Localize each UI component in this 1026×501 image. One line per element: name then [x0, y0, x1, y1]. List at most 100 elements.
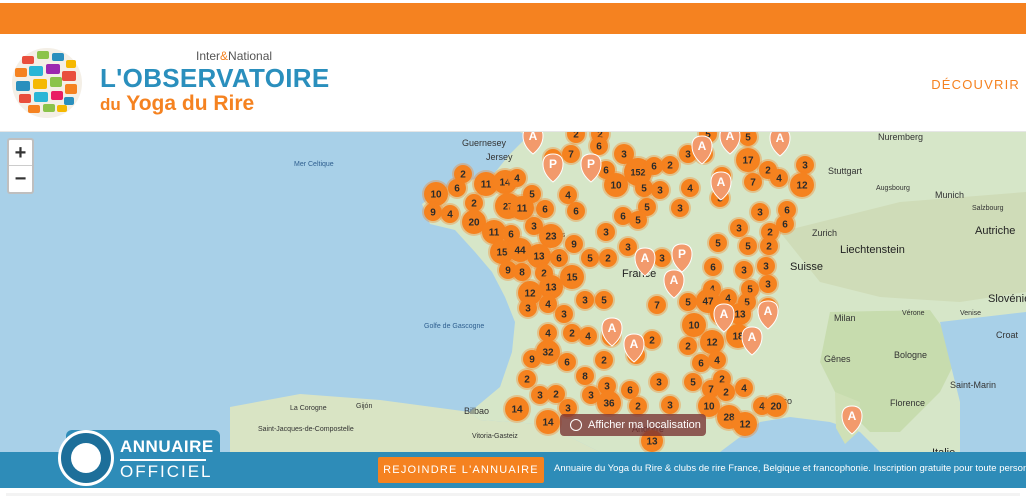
- map-cluster-marker[interactable]: 6: [702, 256, 724, 278]
- map-cluster-marker[interactable]: 7: [646, 294, 668, 316]
- logo-speech-bubbles-icon[interactable]: [10, 46, 84, 120]
- map-cluster-marker[interactable]: 9: [521, 348, 543, 370]
- zoom-in-button[interactable]: +: [9, 140, 32, 166]
- cluster-count: 15: [566, 273, 578, 284]
- cluster-count: 14: [542, 418, 554, 429]
- cluster-count: 6: [556, 254, 562, 265]
- map-cluster-marker[interactable]: 6: [446, 177, 468, 199]
- pin-letter: P: [587, 157, 595, 171]
- map-cluster-marker[interactable]: 5: [737, 235, 759, 257]
- pin-letter: A: [641, 251, 650, 265]
- cluster-count: 4: [741, 384, 747, 395]
- map-cluster-marker[interactable]: 6: [556, 351, 578, 373]
- map-cluster-marker[interactable]: 4: [733, 377, 755, 399]
- place-label: Jersey: [486, 152, 513, 162]
- map-cluster-marker[interactable]: 5: [627, 209, 649, 231]
- cluster-count: 3: [741, 266, 747, 277]
- map-cluster-marker[interactable]: 20: [763, 393, 789, 419]
- map-cluster-marker[interactable]: 3: [669, 197, 691, 219]
- place-label: Slovénie: [988, 293, 1026, 305]
- cluster-count: 2: [524, 375, 530, 386]
- map-cluster-marker[interactable]: 2: [593, 349, 615, 371]
- map-cluster-marker[interactable]: 3: [648, 371, 670, 393]
- map-cluster-marker[interactable]: 4: [768, 167, 790, 189]
- official-directory-badge[interactable]: ANNUAIRE OFFICIEL: [58, 430, 220, 486]
- map-cluster-marker[interactable]: 14: [503, 395, 531, 423]
- map-cluster-marker[interactable]: 4: [506, 167, 528, 189]
- map-cluster-marker[interactable]: 3: [574, 289, 596, 311]
- map-cluster-marker[interactable]: 6: [774, 213, 796, 235]
- cluster-count: 9: [505, 266, 511, 277]
- map-cluster-marker[interactable]: 2: [597, 247, 619, 269]
- map-cluster-marker[interactable]: 3: [595, 221, 617, 243]
- cluster-count: 2: [553, 390, 559, 401]
- cluster-count: 2: [601, 356, 607, 367]
- place-label: Guernesey: [462, 138, 507, 148]
- cluster-count: 32: [542, 348, 554, 359]
- map-canvas[interactable]: Guernesey Jersey Mer Celtique Nuremberg Stut…: [0, 132, 1026, 452]
- cluster-count: 3: [659, 254, 665, 265]
- brand-title[interactable]: L'OBSERVATOIRE: [100, 63, 330, 94]
- cluster-count: 6: [454, 184, 460, 195]
- map-cluster-marker[interactable]: 2: [641, 329, 663, 351]
- place-label: Bilbao: [464, 406, 489, 416]
- badge-title: ANNUAIRE: [120, 437, 214, 456]
- cluster-count: 5: [745, 133, 751, 144]
- map-cluster-marker[interactable]: 14: [534, 408, 562, 436]
- cluster-count: 9: [571, 240, 577, 251]
- map-cluster-marker[interactable]: 10: [602, 171, 630, 199]
- cluster-count: 5: [635, 216, 641, 227]
- show-location-button[interactable]: Afficher ma localisation: [560, 414, 706, 436]
- cluster-count: 4: [565, 191, 571, 202]
- bottom-strip: [0, 488, 1026, 501]
- zoom-out-button[interactable]: −: [9, 166, 32, 192]
- cluster-count: 3: [525, 304, 531, 315]
- map-cluster-marker[interactable]: 7: [742, 171, 764, 193]
- cluster-count: 6: [573, 207, 579, 218]
- map-cluster-marker[interactable]: 3: [757, 273, 779, 295]
- place-label: Suisse: [790, 261, 823, 273]
- cluster-count: 3: [765, 280, 771, 291]
- cluster-count: 6: [627, 386, 633, 397]
- cluster-count: 2: [569, 329, 575, 340]
- map-cluster-marker[interactable]: 4: [679, 177, 701, 199]
- place-label: La Corogne: [290, 405, 327, 412]
- cluster-count: 10: [430, 190, 442, 201]
- map-cluster-marker[interactable]: 5: [707, 232, 729, 254]
- cluster-count: 2: [667, 161, 673, 172]
- map-cluster-marker[interactable]: 8: [574, 365, 596, 387]
- cluster-count: 3: [625, 243, 631, 254]
- cluster-count: 5: [587, 254, 593, 265]
- map-view[interactable]: Guernesey Jersey Mer Celtique Nuremberg Stut…: [0, 132, 1026, 452]
- place-label: Munich: [935, 190, 964, 200]
- cluster-count: 6: [564, 358, 570, 369]
- map-cluster-marker[interactable]: 2: [758, 235, 780, 257]
- nav-discover-link[interactable]: DÉCOUVRIR: [931, 77, 1020, 92]
- map-cluster-marker[interactable]: 36: [595, 389, 623, 417]
- join-directory-button[interactable]: REJOINDRE L'ANNUAIRE: [378, 457, 544, 483]
- cluster-count: 12: [739, 420, 751, 431]
- map-cluster-marker[interactable]: 3: [553, 303, 575, 325]
- cluster-count: 3: [657, 186, 663, 197]
- map-cluster-marker[interactable]: 3: [659, 394, 681, 416]
- map-cluster-marker[interactable]: 4: [706, 349, 728, 371]
- map-cluster-marker[interactable]: 12: [731, 410, 759, 438]
- cluster-count: 13: [545, 283, 557, 294]
- cluster-count: 20: [770, 402, 782, 413]
- map-cluster-marker[interactable]: 3: [517, 297, 539, 319]
- map-cluster-marker[interactable]: 3: [733, 259, 755, 281]
- pin-letter: A: [848, 409, 857, 423]
- badge-subtitle: OFFICIEL: [120, 462, 213, 481]
- map-cluster-marker[interactable]: 6: [643, 155, 665, 177]
- map-cluster-marker[interactable]: 5: [593, 289, 615, 311]
- map-cluster-marker[interactable]: 4: [577, 325, 599, 347]
- map-cluster-marker[interactable]: 6: [565, 200, 587, 222]
- brand-subtitle[interactable]: du Yoga du Rire: [100, 92, 254, 116]
- brand-international-tag: Inter&National: [196, 49, 273, 63]
- cluster-count: 4: [687, 184, 693, 195]
- map-cluster-marker[interactable]: 4: [439, 203, 461, 225]
- cluster-count: 8: [519, 268, 525, 279]
- map-cluster-marker[interactable]: 3: [749, 201, 771, 223]
- place-label: Vérone: [902, 310, 925, 317]
- map-cluster-marker[interactable]: 12: [788, 171, 816, 199]
